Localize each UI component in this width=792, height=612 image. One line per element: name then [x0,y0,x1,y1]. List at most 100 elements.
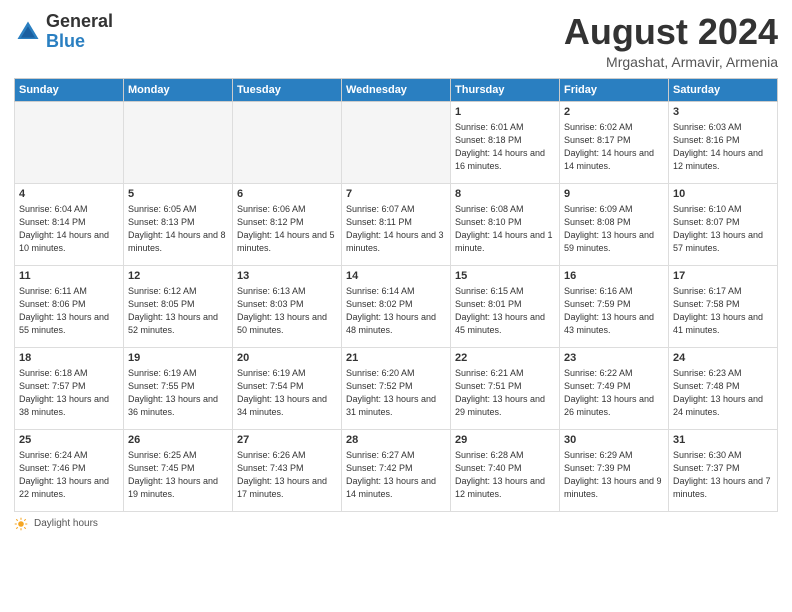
day-detail: Sunrise: 6:07 AM Sunset: 8:11 PM Dayligh… [346,203,446,255]
calendar-day-cell: 12Sunrise: 6:12 AM Sunset: 8:05 PM Dayli… [124,265,233,347]
day-number: 24 [673,351,773,366]
day-number: 19 [128,351,228,366]
calendar-week-row: 11Sunrise: 6:11 AM Sunset: 8:06 PM Dayli… [15,265,778,347]
day-detail: Sunrise: 6:16 AM Sunset: 7:59 PM Dayligh… [564,285,664,337]
header: General Blue August 2024 Mrgashat, Armav… [14,12,778,70]
calendar-day-cell: 18Sunrise: 6:18 AM Sunset: 7:57 PM Dayli… [15,347,124,429]
day-number: 8 [455,187,555,202]
calendar-week-row: 18Sunrise: 6:18 AM Sunset: 7:57 PM Dayli… [15,347,778,429]
calendar-body: 1Sunrise: 6:01 AM Sunset: 8:18 PM Daylig… [15,101,778,511]
location-subtitle: Mrgashat, Armavir, Armenia [564,54,778,70]
calendar-day-cell: 24Sunrise: 6:23 AM Sunset: 7:48 PM Dayli… [669,347,778,429]
calendar-day-cell: 6Sunrise: 6:06 AM Sunset: 8:12 PM Daylig… [233,183,342,265]
day-number: 1 [455,105,555,120]
calendar-day-cell: 3Sunrise: 6:03 AM Sunset: 8:16 PM Daylig… [669,101,778,183]
day-number: 5 [128,187,228,202]
day-number: 29 [455,433,555,448]
logo-blue: Blue [46,32,113,52]
day-detail: Sunrise: 6:29 AM Sunset: 7:39 PM Dayligh… [564,449,664,501]
day-detail: Sunrise: 6:03 AM Sunset: 8:16 PM Dayligh… [673,121,773,173]
month-title: August 2024 [564,12,778,52]
calendar-day-cell: 19Sunrise: 6:19 AM Sunset: 7:55 PM Dayli… [124,347,233,429]
calendar-day-cell: 4Sunrise: 6:04 AM Sunset: 8:14 PM Daylig… [15,183,124,265]
calendar-day-cell: 7Sunrise: 6:07 AM Sunset: 8:11 PM Daylig… [342,183,451,265]
footer-label: Daylight hours [34,518,98,529]
day-number: 16 [564,269,664,284]
day-detail: Sunrise: 6:01 AM Sunset: 8:18 PM Dayligh… [455,121,555,173]
calendar-day-cell: 23Sunrise: 6:22 AM Sunset: 7:49 PM Dayli… [560,347,669,429]
calendar-day-cell: 10Sunrise: 6:10 AM Sunset: 8:07 PM Dayli… [669,183,778,265]
day-detail: Sunrise: 6:22 AM Sunset: 7:49 PM Dayligh… [564,367,664,419]
day-number: 12 [128,269,228,284]
calendar-day-cell: 17Sunrise: 6:17 AM Sunset: 7:58 PM Dayli… [669,265,778,347]
calendar-day-cell: 29Sunrise: 6:28 AM Sunset: 7:40 PM Dayli… [451,429,560,511]
day-number: 6 [237,187,337,202]
calendar-header-cell: Tuesday [233,78,342,101]
footer: Daylight hours [14,517,778,531]
calendar-day-cell: 2Sunrise: 6:02 AM Sunset: 8:17 PM Daylig… [560,101,669,183]
day-detail: Sunrise: 6:10 AM Sunset: 8:07 PM Dayligh… [673,203,773,255]
day-detail: Sunrise: 6:13 AM Sunset: 8:03 PM Dayligh… [237,285,337,337]
logo-icon [14,18,42,46]
day-detail: Sunrise: 6:26 AM Sunset: 7:43 PM Dayligh… [237,449,337,501]
calendar-header-cell: Wednesday [342,78,451,101]
day-number: 9 [564,187,664,202]
day-detail: Sunrise: 6:08 AM Sunset: 8:10 PM Dayligh… [455,203,555,255]
day-detail: Sunrise: 6:14 AM Sunset: 8:02 PM Dayligh… [346,285,446,337]
day-detail: Sunrise: 6:02 AM Sunset: 8:17 PM Dayligh… [564,121,664,173]
calendar-day-cell: 31Sunrise: 6:30 AM Sunset: 7:37 PM Dayli… [669,429,778,511]
day-number: 7 [346,187,446,202]
day-detail: Sunrise: 6:09 AM Sunset: 8:08 PM Dayligh… [564,203,664,255]
day-detail: Sunrise: 6:27 AM Sunset: 7:42 PM Dayligh… [346,449,446,501]
calendar-day-cell [124,101,233,183]
day-number: 14 [346,269,446,284]
calendar-day-cell [15,101,124,183]
calendar-week-row: 1Sunrise: 6:01 AM Sunset: 8:18 PM Daylig… [15,101,778,183]
calendar-week-row: 25Sunrise: 6:24 AM Sunset: 7:46 PM Dayli… [15,429,778,511]
day-number: 13 [237,269,337,284]
day-number: 28 [346,433,446,448]
calendar-day-cell: 9Sunrise: 6:09 AM Sunset: 8:08 PM Daylig… [560,183,669,265]
day-number: 25 [19,433,119,448]
calendar-day-cell: 22Sunrise: 6:21 AM Sunset: 7:51 PM Dayli… [451,347,560,429]
calendar-week-row: 4Sunrise: 6:04 AM Sunset: 8:14 PM Daylig… [15,183,778,265]
logo: General Blue [14,12,113,52]
day-detail: Sunrise: 6:12 AM Sunset: 8:05 PM Dayligh… [128,285,228,337]
day-number: 27 [237,433,337,448]
calendar-header-cell: Monday [124,78,233,101]
day-detail: Sunrise: 6:15 AM Sunset: 8:01 PM Dayligh… [455,285,555,337]
footer-note: Daylight hours [14,517,778,531]
day-detail: Sunrise: 6:06 AM Sunset: 8:12 PM Dayligh… [237,203,337,255]
day-detail: Sunrise: 6:19 AM Sunset: 7:55 PM Dayligh… [128,367,228,419]
day-number: 22 [455,351,555,366]
title-block: August 2024 Mrgashat, Armavir, Armenia [564,12,778,70]
calendar-day-cell: 20Sunrise: 6:19 AM Sunset: 7:54 PM Dayli… [233,347,342,429]
day-number: 18 [19,351,119,366]
day-detail: Sunrise: 6:24 AM Sunset: 7:46 PM Dayligh… [19,449,119,501]
calendar-table: SundayMondayTuesdayWednesdayThursdayFrid… [14,78,778,512]
day-detail: Sunrise: 6:11 AM Sunset: 8:06 PM Dayligh… [19,285,119,337]
day-number: 30 [564,433,664,448]
day-detail: Sunrise: 6:20 AM Sunset: 7:52 PM Dayligh… [346,367,446,419]
day-number: 3 [673,105,773,120]
calendar-header-cell: Sunday [15,78,124,101]
calendar-day-cell [342,101,451,183]
header-row: SundayMondayTuesdayWednesdayThursdayFrid… [15,78,778,101]
day-detail: Sunrise: 6:05 AM Sunset: 8:13 PM Dayligh… [128,203,228,255]
calendar-day-cell: 25Sunrise: 6:24 AM Sunset: 7:46 PM Dayli… [15,429,124,511]
calendar-day-cell: 15Sunrise: 6:15 AM Sunset: 8:01 PM Dayli… [451,265,560,347]
page: General Blue August 2024 Mrgashat, Armav… [0,0,792,612]
calendar-day-cell [233,101,342,183]
calendar-day-cell: 21Sunrise: 6:20 AM Sunset: 7:52 PM Dayli… [342,347,451,429]
calendar-header-cell: Thursday [451,78,560,101]
day-detail: Sunrise: 6:04 AM Sunset: 8:14 PM Dayligh… [19,203,119,255]
calendar-header: SundayMondayTuesdayWednesdayThursdayFrid… [15,78,778,101]
logo-general: General [46,12,113,32]
day-detail: Sunrise: 6:28 AM Sunset: 7:40 PM Dayligh… [455,449,555,501]
day-detail: Sunrise: 6:18 AM Sunset: 7:57 PM Dayligh… [19,367,119,419]
calendar-day-cell: 26Sunrise: 6:25 AM Sunset: 7:45 PM Dayli… [124,429,233,511]
calendar-header-cell: Friday [560,78,669,101]
day-number: 11 [19,269,119,284]
calendar-day-cell: 30Sunrise: 6:29 AM Sunset: 7:39 PM Dayli… [560,429,669,511]
calendar-day-cell: 8Sunrise: 6:08 AM Sunset: 8:10 PM Daylig… [451,183,560,265]
